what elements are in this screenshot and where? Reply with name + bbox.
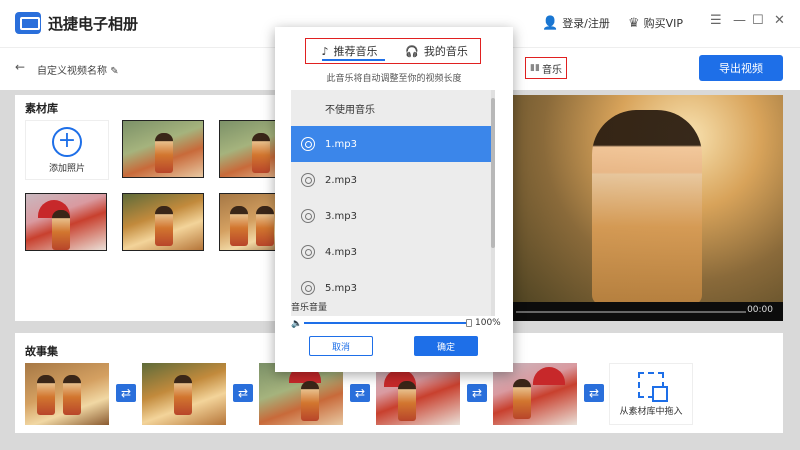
volume-percent: 100%: [475, 318, 501, 328]
story-photo[interactable]: [259, 363, 343, 425]
vip-label: 购买VIP: [643, 17, 684, 30]
music-tabs: ♪ 推荐音乐 🎧 我的音乐: [305, 38, 481, 64]
app-logo-icon: [15, 12, 41, 34]
plus-icon: +: [52, 126, 82, 157]
tab-recommended-music[interactable]: ♪ 推荐音乐: [306, 39, 393, 63]
drag-from-library-slot[interactable]: 从素材库中拖入: [609, 363, 693, 425]
speaker-icon[interactable]: 🔈: [291, 319, 302, 329]
music-list-scrollbar[interactable]: [491, 90, 495, 316]
drag-label: 从素材库中拖入: [619, 406, 683, 417]
disc-icon: [301, 281, 315, 295]
confirm-button[interactable]: 确定: [414, 336, 478, 356]
menu-icon[interactable]: ☰: [710, 13, 722, 28]
minimize-icon[interactable]: —: [733, 13, 746, 28]
music-item-label: 2.mp3: [325, 174, 357, 186]
music-note-icon: ♪: [321, 44, 329, 58]
transition-shuffle-icon[interactable]: ⇄: [350, 384, 370, 402]
music-list: 不使用音乐 1.mp3 2.mp3 3.mp3 4.mp3 5.mp3: [291, 90, 495, 316]
music-item-label: 5.mp3: [325, 282, 357, 294]
music-item-label: 3.mp3: [325, 210, 357, 222]
music-item[interactable]: 2.mp3: [291, 162, 491, 198]
playback-bar[interactable]: 00:00: [512, 302, 783, 321]
preview-image: [512, 95, 783, 305]
library-photo[interactable]: [25, 193, 107, 251]
video-preview[interactable]: 00:00: [495, 95, 783, 321]
drag-in-icon: [638, 371, 668, 402]
app-name: 迅捷电子相册: [48, 15, 139, 33]
story-photo[interactable]: [376, 363, 460, 425]
music-item-none[interactable]: 不使用音乐: [291, 90, 491, 126]
music-item[interactable]: 3.mp3: [291, 198, 491, 234]
music-button[interactable]: ▮▮ 音乐: [525, 57, 567, 79]
add-photo-label: 添加照片: [48, 163, 85, 174]
volume-label: 音乐音量: [291, 303, 328, 313]
volume-slider-track[interactable]: [304, 322, 469, 324]
buy-vip-button[interactable]: ♛ 购买VIP: [628, 15, 683, 31]
transition-shuffle-icon[interactable]: ⇄: [116, 384, 136, 402]
music-hint: 此音乐将自动调整至你的视频长度: [326, 74, 462, 84]
music-item[interactable]: 4.mp3: [291, 234, 491, 270]
maximize-icon[interactable]: ☐: [752, 13, 764, 28]
add-photo-button[interactable]: + 添加照片: [25, 120, 109, 180]
volume-slider-handle[interactable]: [466, 319, 472, 327]
transition-shuffle-icon[interactable]: ⇄: [584, 384, 604, 402]
disc-icon: [301, 209, 315, 223]
transition-shuffle-icon[interactable]: ⇄: [233, 384, 253, 402]
story-photo[interactable]: [25, 363, 109, 425]
login-label: 登录/注册: [562, 17, 610, 30]
login-button[interactable]: 👤 登录/注册: [542, 15, 610, 31]
crown-icon: ♛: [628, 15, 640, 31]
scroll-thumb[interactable]: [491, 98, 495, 248]
story-title: 故事集: [25, 345, 58, 358]
sound-wave-icon: ▮▮: [530, 63, 540, 73]
back-arrow-icon[interactable]: ←: [15, 60, 25, 74]
disc-icon: [301, 173, 315, 187]
music-dialog: ♪ 推荐音乐 🎧 我的音乐 此音乐将自动调整至你的视频长度 不使用音乐 1.mp…: [275, 27, 513, 372]
edit-icon[interactable]: ✎: [110, 66, 118, 77]
tab-my-music[interactable]: 🎧 我的音乐: [393, 39, 480, 63]
playback-time: 00:00: [747, 305, 773, 315]
music-button-label: 音乐: [541, 64, 562, 76]
library-photo[interactable]: [122, 193, 204, 251]
tab-label: 推荐音乐: [333, 45, 378, 58]
user-icon: 👤: [542, 15, 559, 31]
story-photo[interactable]: [493, 363, 577, 425]
disc-icon: [301, 137, 315, 151]
tab-label: 我的音乐: [423, 45, 468, 58]
library-title: 素材库: [25, 102, 58, 115]
video-name-field[interactable]: 自定义视频名称 ✎: [37, 62, 119, 77]
video-name-label: 自定义视频名称: [37, 66, 107, 77]
music-item[interactable]: 1.mp3: [291, 126, 491, 162]
story-photo[interactable]: [142, 363, 226, 425]
transition-shuffle-icon[interactable]: ⇄: [467, 384, 487, 402]
music-item-label: 4.mp3: [325, 246, 357, 258]
music-item-label: 1.mp3: [325, 138, 357, 150]
close-icon[interactable]: ✕: [774, 13, 785, 28]
music-item-label: 不使用音乐: [325, 104, 375, 116]
progress-track[interactable]: [516, 311, 746, 313]
export-video-button[interactable]: 导出视频: [699, 55, 783, 81]
disc-icon: [301, 245, 315, 259]
headphones-icon: 🎧: [405, 44, 419, 58]
cancel-button[interactable]: 取消: [309, 336, 373, 356]
library-photo[interactable]: [122, 120, 204, 178]
